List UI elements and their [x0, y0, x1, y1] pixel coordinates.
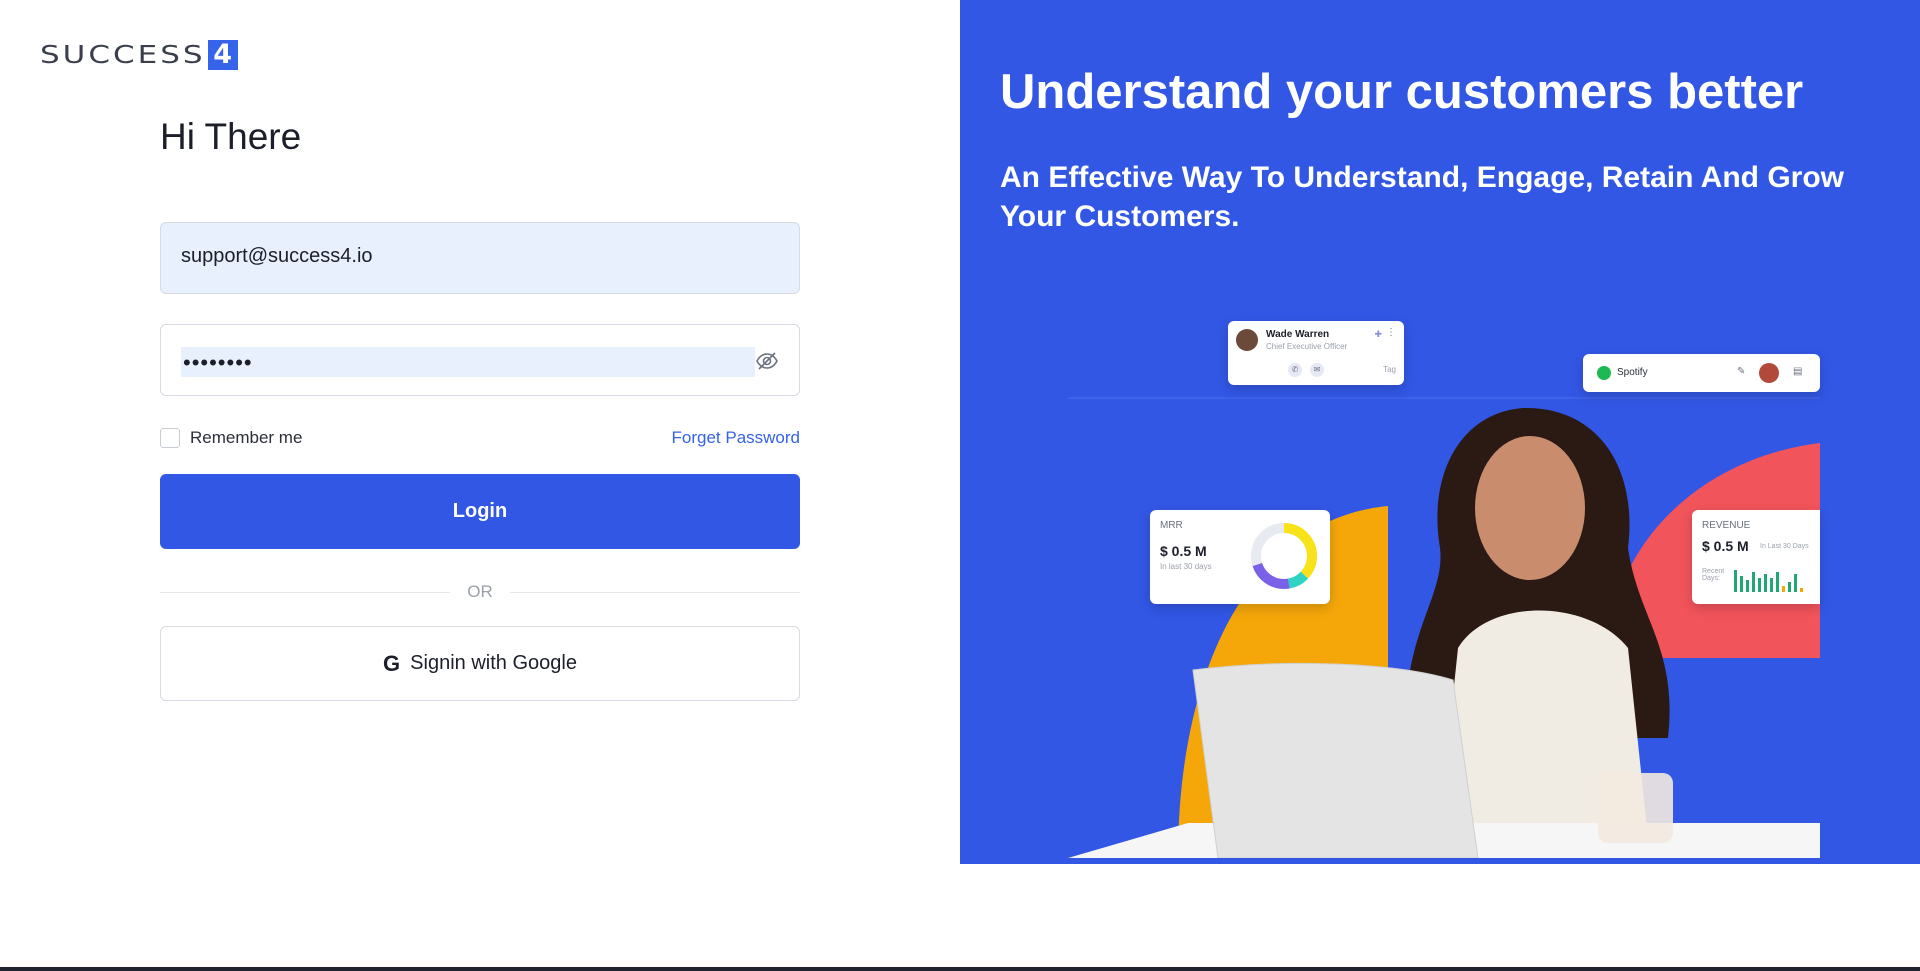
remember-me-label[interactable]: Remember me	[190, 428, 302, 448]
promo-subheadline: An Effective Way To Understand, Engage, …	[1000, 161, 1844, 233]
revenue-value: $ 0.5 M	[1702, 538, 1749, 554]
document-icon: ▤	[1793, 366, 1803, 377]
contact-name: Wade Warren	[1266, 329, 1330, 340]
or-divider: OR	[160, 582, 800, 602]
mrr-value: $ 0.5 M	[1160, 543, 1207, 559]
forget-password-link[interactable]: Forget Password	[672, 428, 801, 448]
company-card: Spotify ✎ ▤	[1583, 354, 1820, 392]
mrr-card: MRR $ 0.5 M In last 30 days	[1150, 510, 1330, 604]
revenue-card: REVENUE $ 0.5 M In Last 30 Days Recent D…	[1692, 510, 1820, 604]
email-field[interactable]	[181, 245, 781, 268]
revenue-period: In Last 30 Days	[1760, 543, 1809, 550]
eye-off-icon[interactable]	[755, 349, 779, 373]
page-title: Hi There	[160, 116, 302, 157]
contact-role: Chief Executive Officer	[1266, 342, 1348, 351]
login-pane: SUCCESS 4 Hi There Remember me Forget Pa…	[0, 0, 960, 971]
pin-icon: ✚	[1374, 329, 1382, 339]
call-icon: ✆	[1288, 363, 1302, 377]
mrr-donut-chart	[1251, 523, 1317, 589]
promo-pane: Understand your customers better An Effe…	[960, 0, 1920, 864]
bottom-border	[0, 967, 1920, 971]
google-signin-button[interactable]: G Signin with Google	[160, 626, 800, 701]
contact-avatar	[1236, 329, 1258, 351]
promo-headline: Understand your customers better	[1000, 65, 1804, 119]
hero-illustration: Wade Warren Chief Executive Officer ✚ ⋮ …	[1068, 318, 1820, 859]
google-signin-label: Signin with Google	[410, 652, 577, 674]
password-highlight	[181, 347, 755, 377]
contact-tag: Tag	[1383, 365, 1396, 374]
password-field[interactable]	[183, 350, 743, 376]
edit-icon: ✎	[1737, 366, 1746, 377]
logo-text: SUCCESS	[40, 40, 206, 70]
company-avatar	[1759, 363, 1779, 383]
contact-card: Wade Warren Chief Executive Officer ✚ ⋮ …	[1228, 321, 1404, 385]
revenue-label: REVENUE	[1702, 520, 1751, 531]
remember-me-checkbox[interactable]	[160, 428, 180, 448]
revenue-bar-chart	[1734, 570, 1803, 592]
mail-icon: ✉	[1310, 363, 1324, 377]
or-label: OR	[467, 582, 493, 601]
login-button[interactable]: Login	[160, 474, 800, 549]
spotify-icon	[1597, 366, 1611, 380]
brand-logo: SUCCESS 4	[40, 40, 238, 70]
company-name: Spotify	[1617, 367, 1648, 378]
revenue-recent-label: Recent Days:	[1702, 568, 1725, 582]
more-icon: ⋮	[1386, 327, 1396, 338]
google-icon: G	[383, 650, 401, 676]
mrr-label: MRR	[1160, 520, 1183, 531]
logo-mark: 4	[207, 40, 238, 70]
mrr-period: In last 30 days	[1160, 562, 1212, 571]
remember-me: Remember me	[160, 428, 302, 448]
email-field-wrapper	[160, 222, 800, 294]
password-field-wrapper	[160, 324, 800, 396]
